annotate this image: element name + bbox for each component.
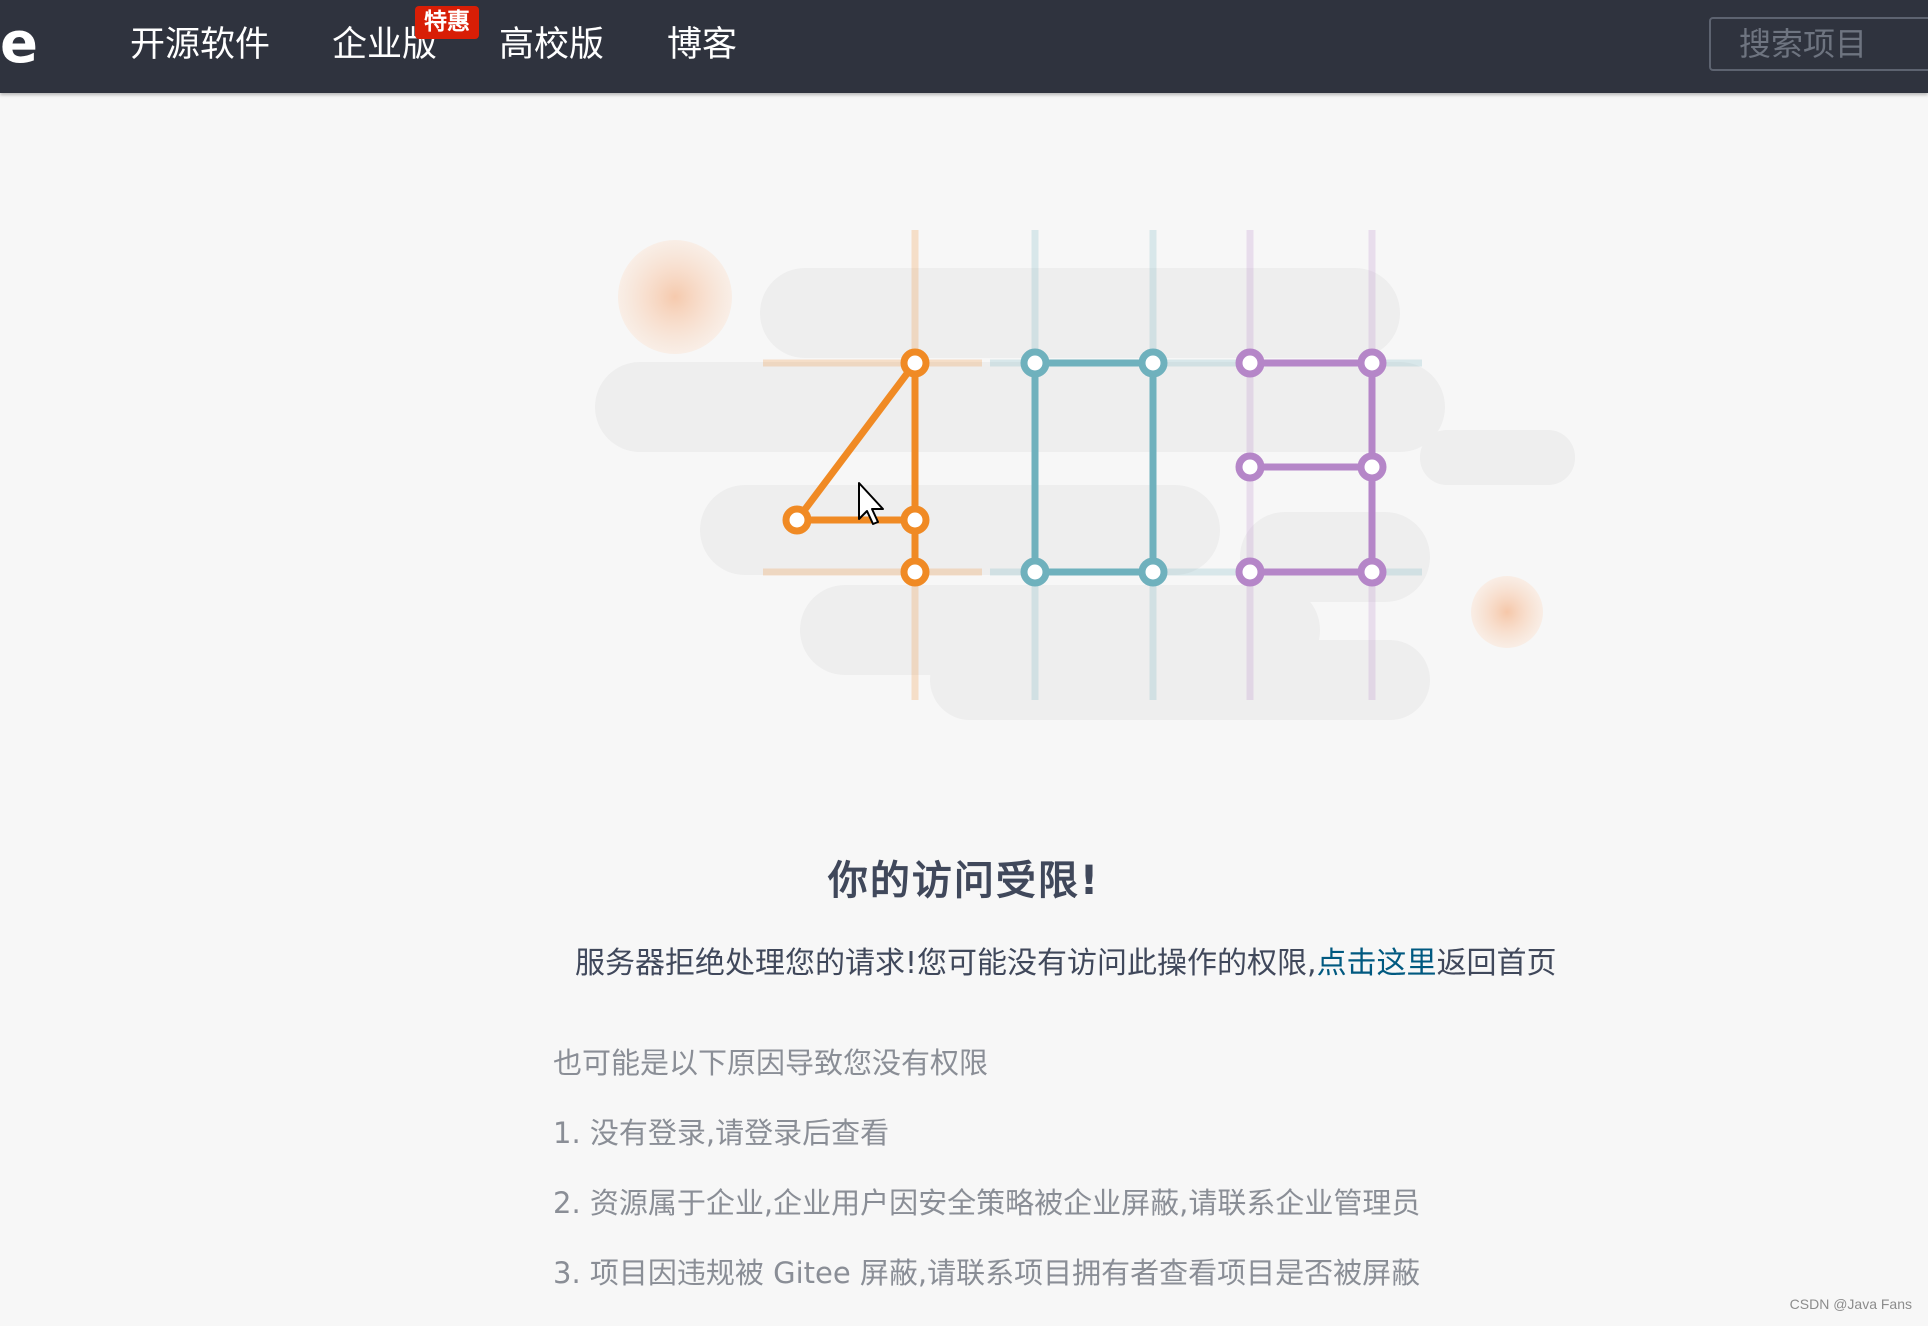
- nav-item-education[interactable]: 高校版: [499, 22, 604, 68]
- desc-suffix: 返回首页: [1436, 946, 1557, 981]
- promo-badge: 特惠: [415, 6, 479, 39]
- decor-orb-large: [618, 240, 732, 354]
- top-navbar: e 开源软件 企业版 特惠 高校版 博客: [0, 0, 1928, 93]
- list-item: 1. 没有登录,请登录后查看: [553, 1116, 890, 1150]
- nav-item-open-source[interactable]: 开源软件: [130, 22, 270, 68]
- list-item: 3. 项目因违规被 Gitee 屏蔽,请联系项目拥有者查看项目是否被屏蔽: [553, 1256, 1421, 1290]
- reasons-list: 也可能是以下原因导致您没有权限 1. 没有登录,请登录后查看 2. 资源属于企业…: [553, 1040, 1420, 1320]
- decor-orb-small: [1471, 576, 1543, 648]
- search-input[interactable]: [1709, 17, 1928, 71]
- page-headline: 你的访问受限!: [827, 858, 1101, 904]
- list-item: 2. 资源属于企业,企业用户因安全策略被企业屏蔽,请联系企业管理员: [553, 1186, 1421, 1220]
- nav-item-blog[interactable]: 博客: [667, 22, 737, 68]
- desc-prefix: 服务器拒绝处理您的请求!您可能没有访问此操作的权限,: [575, 946, 1317, 981]
- watermark: CSDN @Java Fans: [1789, 1296, 1912, 1312]
- error-403-illustration: [595, 230, 1575, 720]
- logo[interactable]: e: [0, 4, 38, 84]
- cloud-background: [595, 268, 1575, 720]
- error-description: 服务器拒绝处理您的请求!您可能没有访问此操作的权限,点击这里返回首页: [575, 938, 1557, 982]
- home-link[interactable]: 点击这里: [1317, 946, 1437, 981]
- reasons-title: 也可能是以下原因导致您没有权限: [553, 1046, 989, 1080]
